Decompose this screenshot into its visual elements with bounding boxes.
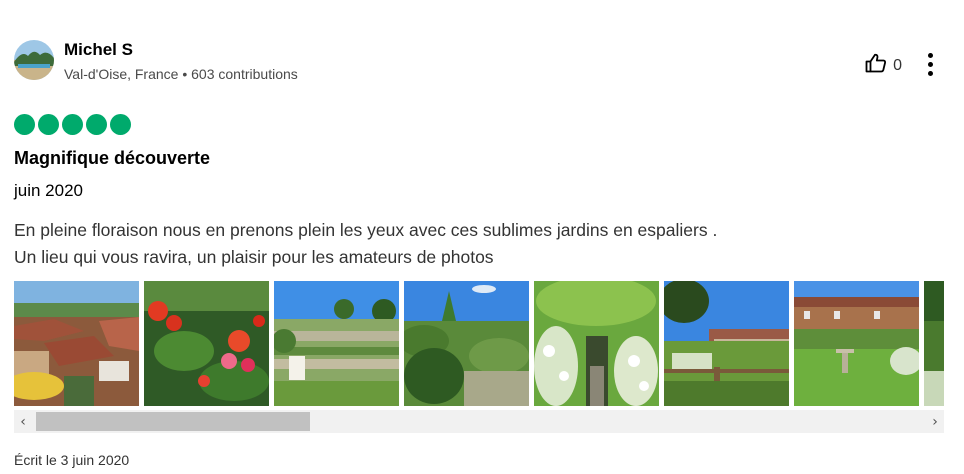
review-photo[interactable] xyxy=(664,281,789,406)
visit-date: juin 2020 xyxy=(14,181,84,200)
thumbs-up-icon[interactable] xyxy=(865,53,887,78)
more-vertical-icon[interactable] xyxy=(920,51,940,77)
review-title[interactable]: Magnifique découverte xyxy=(14,148,210,169)
review-photo[interactable] xyxy=(794,281,919,406)
written-date: Écrit le 3 juin 2020 xyxy=(14,452,130,468)
chevron-right-icon[interactable]: › xyxy=(926,410,944,433)
scroll-thumb[interactable] xyxy=(36,412,310,431)
rating-bubble xyxy=(38,114,59,135)
rating-bubble xyxy=(86,114,107,135)
review-photo[interactable] xyxy=(144,281,269,406)
dot xyxy=(927,70,933,76)
author-meta: Val-d'Oise, France • 603 contributions xyxy=(64,66,298,82)
rating-bubble xyxy=(110,114,131,135)
rating-bubble xyxy=(14,114,35,135)
review-photo[interactable] xyxy=(14,281,139,406)
gallery-scrollbar[interactable]: ‹ › xyxy=(14,410,944,433)
review-text-line: En pleine floraison nous en prenons plei… xyxy=(14,220,718,240)
helpful-vote[interactable]: 0 xyxy=(865,53,902,78)
avatar[interactable] xyxy=(14,40,54,80)
photo-gallery xyxy=(14,281,944,406)
author-block: Michel S Val-d'Oise, France • 603 contri… xyxy=(64,40,298,83)
review-photo[interactable] xyxy=(404,281,529,406)
rating-bubble xyxy=(62,114,83,135)
dot xyxy=(927,52,933,58)
rating-bubbles xyxy=(14,114,131,135)
review-text-line: Un lieu qui vous ravira, un plaisir pour… xyxy=(14,247,494,267)
chevron-left-icon[interactable]: ‹ xyxy=(14,410,32,433)
review-photo[interactable] xyxy=(924,281,944,406)
dot xyxy=(927,61,933,67)
helpful-count: 0 xyxy=(893,56,902,74)
review-photo[interactable] xyxy=(534,281,659,406)
review-header: Michel S Val-d'Oise, France • 603 contri… xyxy=(14,40,944,84)
author-name[interactable]: Michel S xyxy=(64,40,298,60)
review-photo[interactable] xyxy=(274,281,399,406)
review-text: En pleine floraison nous en prenons plei… xyxy=(14,217,914,271)
